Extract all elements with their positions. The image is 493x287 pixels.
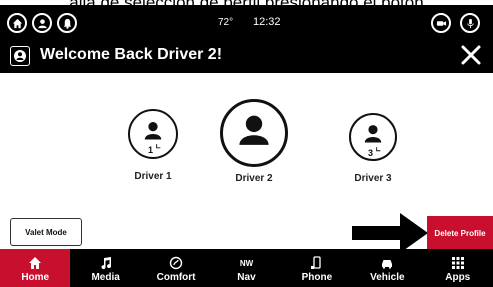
page-title: Welcome Back Driver 2! [40,46,223,63]
driver-selection-panel: 1 Driver 1 Driver 2 3 Driver 3 Valet Mod… [0,73,493,253]
nav-item-vehicle[interactable]: Vehicle [352,249,422,287]
profile-icon[interactable] [32,13,52,33]
driver-avatar[interactable] [220,99,288,167]
home-icon[interactable] [7,13,27,33]
nav-item-home[interactable]: Home [0,249,71,287]
driver-name: Driver 3 [354,173,392,184]
car-icon [380,255,394,271]
phone-icon [310,255,324,271]
nav-item-apps[interactable]: Apps [423,249,493,287]
seat-number: 1 [148,145,154,155]
compass-heading: NW [239,258,254,268]
camera-icon[interactable] [431,13,451,33]
comfort-icon [169,255,183,271]
person-icon [239,115,269,145]
seat-number: 3 [368,148,374,158]
nav-label: Comfort [156,272,196,283]
title-bar: Welcome Back Driver 2! [0,39,493,73]
clock: 12:32 [253,16,281,28]
profile-icon [10,46,30,66]
driver-name: Driver 1 [134,171,172,182]
nav-label: Nav [237,272,256,283]
driver-avatar[interactable]: 1 [128,109,178,159]
nav-label: Vehicle [370,272,405,283]
compass-icon: NW [240,255,253,271]
temperature: 72° [218,17,234,28]
nav-item-phone[interactable]: Phone [282,249,352,287]
grid-icon [451,255,465,271]
bell-icon[interactable] [57,13,77,33]
close-icon[interactable] [459,43,483,67]
valet-mode-button[interactable]: Valet Mode [10,218,82,246]
nav-label: Media [91,272,120,283]
delete-profile-button[interactable]: Delete Profile [427,216,493,250]
caption-text: alla de selección de perfil presionando … [69,0,424,12]
nav-label: Phone [301,272,333,283]
bottom-nav: Home Media Comfort NW Nav Phone Vehicle [0,249,493,287]
driver-name: Driver 2 [235,173,273,184]
nav-item-nav[interactable]: NW Nav [211,249,281,287]
driver-avatar[interactable]: 3 [349,113,397,161]
music-note-icon [99,255,113,271]
driver-profile-1[interactable]: 1 Driver 1 [122,109,184,182]
driver-profile-3[interactable]: 3 Driver 3 [342,113,404,184]
home-icon [28,255,42,271]
mic-icon[interactable] [460,13,480,33]
nav-item-comfort[interactable]: Comfort [141,249,211,287]
nav-label: Home [21,272,50,283]
nav-item-media[interactable]: Media [70,249,140,287]
nav-label: Apps [445,272,471,283]
driver-profile-2[interactable]: Driver 2 [218,99,290,184]
